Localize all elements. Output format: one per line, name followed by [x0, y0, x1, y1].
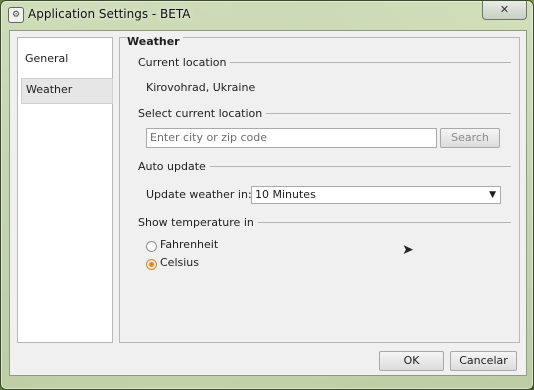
select-location-header: Select current location [138, 107, 267, 120]
title-bar[interactable]: ⚙ Application Settings - BETA ✕ [1, 1, 533, 29]
celsius-label[interactable]: Celsius [160, 256, 199, 269]
update-interval-select[interactable]: 10 Minutes ▼ [251, 186, 501, 204]
dialog-body: General Weather Weather Current location… [9, 30, 527, 376]
weather-panel: Weather Current location Kirovohrad, Ukr… [119, 35, 520, 343]
window-title: Application Settings - BETA [28, 7, 191, 21]
settings-window: ⚙ Application Settings - BETA ✕ General … [0, 0, 534, 390]
update-interval-value: 10 Minutes [255, 188, 316, 201]
panel-title: Weather [127, 35, 183, 48]
close-button[interactable]: ✕ [482, 1, 527, 20]
sidebar-item-general[interactable]: General [21, 47, 111, 71]
ok-button[interactable]: OK [379, 351, 444, 371]
auto-update-header: Auto update [138, 160, 210, 173]
search-button[interactable]: Search [440, 128, 500, 148]
city-search-input[interactable]: Enter city or zip code [146, 128, 437, 148]
cancel-button[interactable]: Cancelar [450, 351, 517, 371]
mouse-pointer-icon: ➤ [402, 242, 414, 258]
settings-sidebar: General Weather [17, 37, 113, 343]
app-icon: ⚙ [8, 7, 24, 23]
update-interval-label: Update weather in: [146, 188, 252, 201]
temperature-header: Show temperature in [138, 216, 258, 229]
current-location-header: Current location [138, 56, 231, 69]
fahrenheit-radio[interactable] [146, 241, 157, 252]
current-location-value: Kirovohrad, Ukraine [146, 81, 256, 94]
sidebar-item-weather[interactable]: Weather [21, 78, 113, 104]
celsius-radio[interactable] [146, 259, 157, 270]
fahrenheit-label[interactable]: Fahrenheit [160, 238, 218, 251]
dropdown-arrow-icon: ▼ [489, 190, 496, 200]
